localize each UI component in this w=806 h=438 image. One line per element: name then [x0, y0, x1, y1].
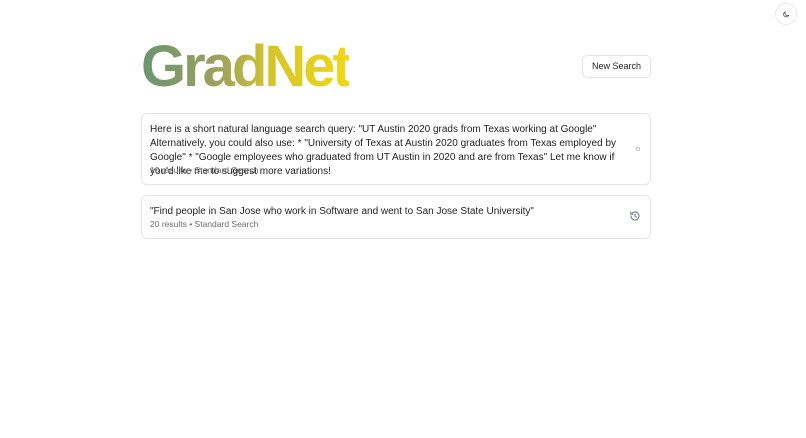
history-query: "Find people in San Jose who work in Sof… — [150, 206, 534, 217]
header: GradNet New Search — [141, 36, 651, 98]
history-meta: 20 results • Standard Search — [150, 219, 259, 229]
history-card[interactable]: "Find people in San Jose who work in Sof… — [141, 195, 651, 239]
logo: GradNet — [141, 34, 352, 99]
history-meta: 10 results • Standard Search — [150, 165, 259, 175]
theme-toggle-button[interactable] — [775, 3, 797, 25]
history-icon[interactable] — [629, 210, 641, 222]
page: GradNet New Search Here is a short natur… — [0, 0, 806, 438]
moon-icon — [783, 11, 789, 17]
loading-dot-icon — [635, 146, 641, 152]
history-card[interactable]: Here is a short natural language search … — [141, 113, 651, 185]
new-search-button[interactable]: New Search — [581, 55, 651, 78]
